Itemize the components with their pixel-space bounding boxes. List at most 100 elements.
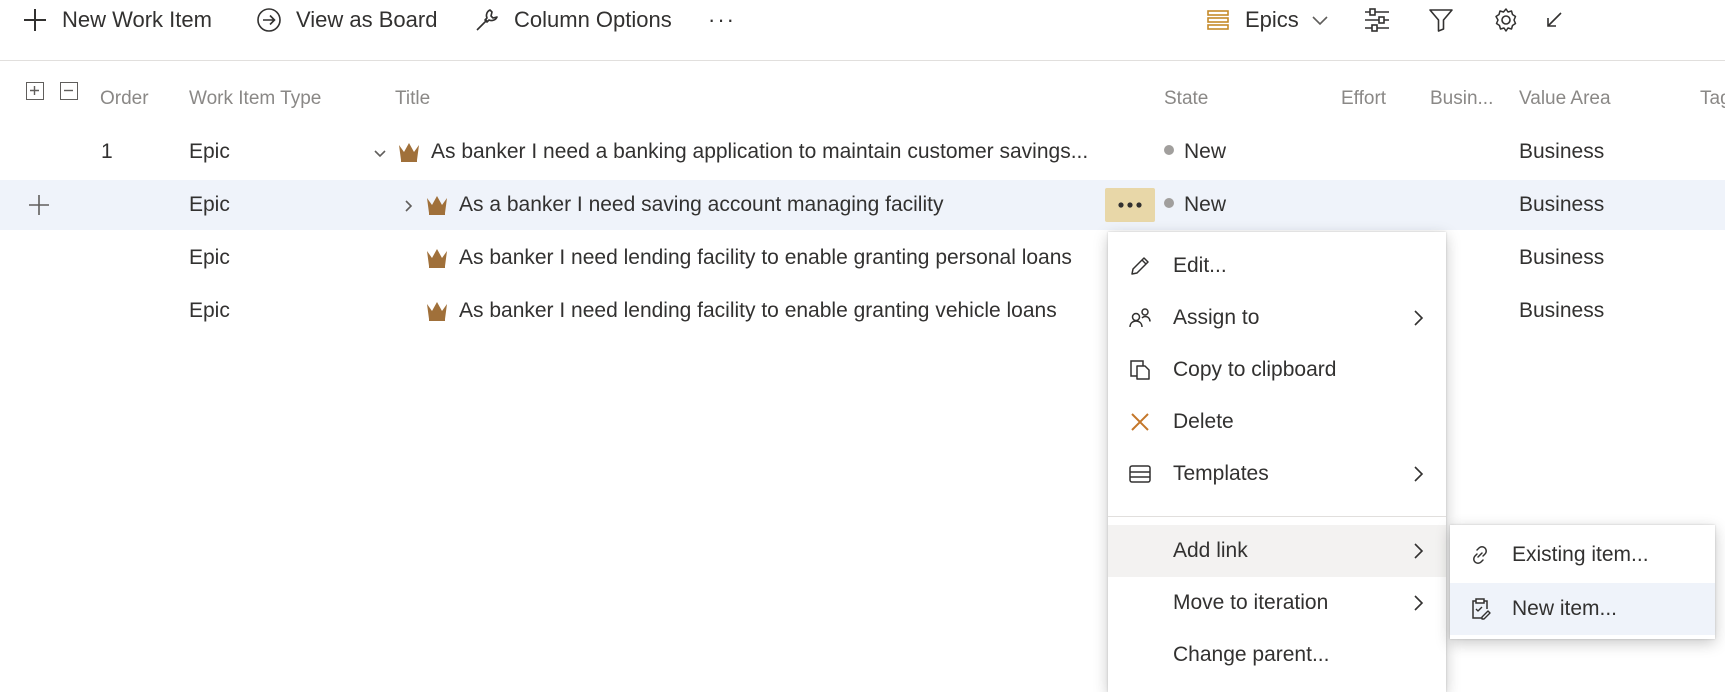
menu-item-label: Delete	[1173, 410, 1234, 433]
menu-item-delete[interactable]: Delete	[1108, 396, 1446, 448]
state-dot	[1164, 198, 1174, 209]
column-header-work-item-type[interactable]: Work Item Type	[189, 88, 321, 110]
filter-button[interactable]	[1428, 0, 1468, 40]
type-cell: Epic	[189, 193, 230, 216]
column-options-button[interactable]: Column Options	[474, 0, 672, 40]
link-icon	[1473, 546, 1487, 564]
clipboard-new-icon	[1472, 598, 1491, 620]
menu-item-edit[interactable]: Edit...	[1108, 240, 1446, 292]
chevron-right-icon	[1414, 543, 1424, 559]
view-as-board-button[interactable]: View as Board	[256, 0, 437, 40]
value-area-cell: Business	[1519, 246, 1605, 269]
type-cell: Epic	[189, 299, 230, 322]
collapse-button[interactable]	[1543, 0, 1577, 40]
state-cell: New	[1164, 180, 1226, 230]
arrow-down-left-icon	[1547, 12, 1562, 27]
table-row[interactable]: Epic As banker I need lending facility t…	[0, 286, 1725, 336]
value-area-cell: Business	[1519, 140, 1605, 163]
view-as-board-label: View as Board	[296, 7, 438, 32]
table-row[interactable]: Epic As banker I need lending facility t…	[0, 233, 1725, 283]
menu-item-move-to-iteration[interactable]: Move to iteration	[1108, 577, 1446, 629]
backlog-level-label: Epics	[1245, 7, 1299, 32]
minus-box-icon	[64, 89, 73, 92]
submenu-item-existing-item[interactable]: Existing item...	[1450, 529, 1715, 581]
collapse-all-button[interactable]	[60, 82, 78, 100]
column-header-business[interactable]: Busin...	[1430, 88, 1493, 110]
add-child-icon[interactable]	[27, 193, 51, 217]
person-icon	[1129, 308, 1151, 328]
crown-icon	[427, 249, 447, 268]
title-link[interactable]: As a banker I need saving account managi…	[459, 180, 1079, 230]
title-link[interactable]: As banker I need lending facility to ena…	[459, 233, 1109, 283]
plus-icon	[24, 9, 46, 31]
menu-item-label: Copy to clipboard	[1173, 358, 1337, 381]
crown-icon	[427, 302, 447, 321]
state-label: New	[1184, 140, 1227, 163]
value-area-cell: Business	[1519, 299, 1605, 322]
wrench-icon	[476, 9, 498, 31]
close-icon	[1131, 413, 1149, 431]
backlog-level-picker[interactable]: Epics	[1205, 0, 1343, 40]
menu-item-label: Change parent...	[1173, 643, 1330, 666]
gear-icon	[1495, 8, 1517, 32]
menu-item-label: Assign to	[1173, 306, 1260, 329]
crown-icon	[427, 196, 447, 215]
state-dot	[1164, 145, 1174, 156]
toolbar: New Work Item View as Board Column Optio…	[0, 0, 1725, 56]
chevron-right-icon	[1414, 310, 1424, 326]
backlog-level-icon	[1207, 10, 1229, 30]
new-work-item-label: New Work Item	[62, 7, 212, 32]
column-options-label: Column Options	[514, 7, 672, 32]
title-link[interactable]: As banker I need a banking application t…	[431, 127, 1151, 177]
column-header-effort[interactable]: Effort	[1341, 88, 1386, 110]
chevron-right-icon[interactable]	[400, 198, 416, 214]
menu-item-label: Move to iteration	[1173, 591, 1329, 614]
filter-icon	[1429, 9, 1453, 32]
menu-item-change-parent[interactable]: Change parent...	[1108, 629, 1446, 681]
new-work-item-button[interactable]: New Work Item	[22, 0, 212, 40]
context-menu: Edit... Assign to Copy to clipboard Dele…	[1108, 232, 1446, 692]
chevron-down-icon[interactable]	[372, 145, 388, 161]
column-header-value-area[interactable]: Value Area	[1519, 88, 1611, 110]
menu-divider	[1108, 516, 1446, 517]
row-more-actions-button[interactable]	[1105, 188, 1155, 222]
menu-item-copy-to-clipboard[interactable]: Copy to clipboard	[1108, 344, 1446, 396]
crown-icon	[399, 143, 419, 162]
title-link[interactable]: As banker I need lending facility to ena…	[459, 286, 1109, 336]
menu-item-templates[interactable]: Templates	[1108, 448, 1446, 500]
add-link-submenu: Existing item... New item...	[1450, 525, 1715, 639]
submenu-item-label: New item...	[1512, 597, 1618, 620]
value-area-cell: Business	[1519, 193, 1605, 216]
column-header-title[interactable]: Title	[395, 88, 430, 110]
template-icon	[1129, 465, 1151, 483]
expand-all-button[interactable]	[26, 82, 44, 100]
chevron-right-icon	[1414, 595, 1424, 611]
menu-item-add-link[interactable]: Add link	[1108, 525, 1446, 577]
toolbar-divider	[0, 60, 1725, 61]
pencil-icon	[1131, 257, 1149, 275]
table-row[interactable]: Epic As a banker I need saving account m…	[0, 180, 1725, 230]
submenu-item-label: Existing item...	[1512, 543, 1649, 566]
column-header-order[interactable]: Order	[100, 88, 149, 110]
arrow-circle-icon	[257, 8, 281, 32]
order-cell: 1	[101, 140, 113, 163]
state-cell: New	[1164, 127, 1226, 177]
type-cell: Epic	[189, 140, 230, 163]
settings-button[interactable]	[1493, 0, 1533, 40]
more-actions-button[interactable]: ···	[708, 0, 736, 40]
copy-icon	[1130, 360, 1150, 380]
plus-box-icon	[30, 86, 39, 95]
sliders-icon	[1365, 8, 1389, 32]
menu-item-assign-to[interactable]: Assign to	[1108, 292, 1446, 344]
table-row[interactable]: 1 Epic As banker I need a banking applic…	[0, 127, 1725, 177]
menu-item-label: Add link	[1173, 539, 1248, 562]
menu-item-label: Templates	[1173, 462, 1269, 485]
column-header-tags[interactable]: Tags	[1700, 88, 1725, 110]
submenu-item-new-item[interactable]: New item...	[1450, 583, 1715, 635]
type-cell: Epic	[189, 246, 230, 269]
state-label: New	[1184, 193, 1227, 216]
view-options-button[interactable]	[1363, 0, 1405, 40]
more-actions-label: ···	[708, 7, 736, 32]
menu-item-label: Edit...	[1173, 254, 1227, 277]
column-header-state[interactable]: State	[1164, 88, 1208, 110]
